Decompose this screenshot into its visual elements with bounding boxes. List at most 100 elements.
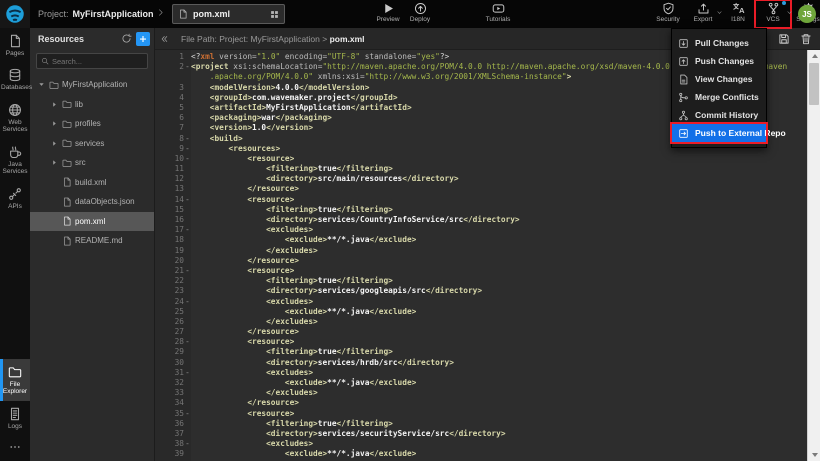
tree-item-readme-md[interactable]: README.md <box>30 231 154 251</box>
fold-marker[interactable]: - <box>184 368 191 378</box>
fold-placeholder <box>184 429 191 439</box>
fold-marker[interactable]: - <box>184 195 191 205</box>
fold-placeholder <box>184 246 191 256</box>
scrollbar-thumb[interactable] <box>809 63 819 105</box>
topbar-action-tutorials[interactable]: Tutorials <box>482 2 514 26</box>
sidebar-item-web-services[interactable]: Web Services <box>0 97 30 139</box>
topbar-action-security[interactable]: Security <box>652 2 684 26</box>
code-text: </resource> <box>191 398 299 408</box>
fold-marker[interactable]: - <box>184 297 191 307</box>
topbar-action-export[interactable]: Export <box>687 2 719 26</box>
code-line: 21- <resource> <box>155 266 807 276</box>
menu-item-label: Pull Changes <box>695 38 749 48</box>
line-number: 4 <box>155 93 184 103</box>
caret-down-icon[interactable] <box>38 81 46 88</box>
tree-item-build-xml[interactable]: build.xml <box>30 173 154 193</box>
user-avatar[interactable]: JS <box>798 5 816 23</box>
fold-marker[interactable]: - <box>184 439 191 449</box>
sidebar-item-logs[interactable]: Logs <box>0 401 30 435</box>
tree-item-lib[interactable]: lib <box>30 95 154 115</box>
tree-item-src[interactable]: src <box>30 153 154 173</box>
fold-marker[interactable]: - <box>184 144 191 154</box>
pushc-icon <box>678 56 689 67</box>
fold-placeholder <box>184 235 191 245</box>
tree-item-services[interactable]: services <box>30 134 154 154</box>
code-line: 20 </resource> <box>155 256 807 266</box>
code-line: 24- <excludes> <box>155 297 807 307</box>
fold-marker[interactable]: - <box>184 154 191 164</box>
menu-item-push-to-external-repo[interactable]: Push to External Repo <box>672 124 766 142</box>
save-icon[interactable] <box>778 33 790 45</box>
caret-right-icon[interactable] <box>51 120 59 127</box>
sidebar-item-label: Pages <box>1 50 29 57</box>
delete-icon[interactable] <box>800 33 812 45</box>
scroll-down-button[interactable] <box>808 449 820 461</box>
line-number: 19 <box>155 246 184 256</box>
code-text: </excludes> <box>191 388 318 398</box>
menu-item-commit-history[interactable]: Commit History <box>672 106 766 124</box>
code-text: <filtering>true</filtering> <box>191 347 393 357</box>
fold-marker[interactable]: - <box>184 225 191 235</box>
menu-item-push-changes[interactable]: Push Changes <box>672 52 766 70</box>
topbar-action-preview[interactable]: Preview <box>372 2 404 26</box>
fold-marker[interactable]: - <box>184 409 191 419</box>
code-line: 30 <directory>services/hrdb/src</directo… <box>155 358 807 368</box>
file-icon <box>62 216 72 226</box>
sidebar-item-pages[interactable]: Pages <box>0 28 30 62</box>
topbar-action-deploy[interactable]: Deploy <box>404 2 436 26</box>
line-number: 5 <box>155 103 184 113</box>
line-number: 9 <box>155 144 184 154</box>
sidebar-item-file-explorer[interactable]: File Explorer <box>0 359 30 401</box>
more-options-button[interactable] <box>0 435 30 461</box>
sidebar-item-apis[interactable]: APIs <box>0 181 30 215</box>
tree-item-myfirstapplication[interactable]: MyFirstApplication <box>30 75 154 95</box>
refresh-icon[interactable] <box>121 33 132 44</box>
code-text: <?xml version="1.0" encoding="UTF-8" sta… <box>191 52 449 62</box>
topbar-action-i18n[interactable]: AI18N <box>722 2 754 26</box>
caret-right-icon[interactable] <box>51 140 59 147</box>
topbar-action-vcs[interactable]: VCS <box>757 2 789 26</box>
tree-item-label: dataObjects.json <box>75 197 135 206</box>
fold-marker[interactable]: - <box>184 62 191 72</box>
code-text: <directory>services/CountryInfoService/s… <box>191 215 520 225</box>
line-number: 15 <box>155 205 184 215</box>
fold-marker[interactable]: - <box>184 337 191 347</box>
sidebar-item-databases[interactable]: Databases <box>0 62 30 96</box>
tree-item-profiles[interactable]: profiles <box>30 114 154 134</box>
caret-right-icon[interactable] <box>51 159 59 166</box>
tab-pom-xml[interactable]: pom.xml <box>172 4 285 24</box>
code-line: 17- <excludes> <box>155 225 807 235</box>
sidebar-item-java-services[interactable]: Java Services <box>0 139 30 181</box>
code-text: <exclude>**/*.java</exclude> <box>191 378 416 388</box>
line-number: 24 <box>155 297 184 307</box>
app-logo[interactable] <box>0 0 30 28</box>
line-number: 7 <box>155 123 184 133</box>
sidebar-item-label: File Explorer <box>1 381 29 396</box>
editor-scrollbar[interactable] <box>807 50 820 461</box>
fold-marker[interactable]: - <box>184 266 191 276</box>
menu-item-view-changes[interactable]: View Changes <box>672 70 766 88</box>
tree-item-label: README.md <box>75 236 123 245</box>
search-input[interactable] <box>52 57 143 66</box>
collapse-panel-button[interactable] <box>155 34 173 44</box>
code-text: <packaging>war</packaging> <box>191 113 332 123</box>
scroll-up-button[interactable] <box>808 50 820 62</box>
sidebar-item-label: Java Services <box>1 161 29 176</box>
code-line: 13 </resource> <box>155 184 807 194</box>
caret-right-icon[interactable] <box>51 101 59 108</box>
code-text: <version>1.0</version> <box>191 123 313 133</box>
code-line: 33 </excludes> <box>155 388 807 398</box>
tree-item-dataobjects-json[interactable]: dataObjects.json <box>30 192 154 212</box>
tree-item-pom-xml[interactable]: pom.xml <box>30 212 154 232</box>
add-resource-button[interactable] <box>136 32 150 46</box>
menu-item-pull-changes[interactable]: Pull Changes <box>672 34 766 52</box>
action-label: Preview <box>376 16 399 23</box>
grid-icon[interactable] <box>270 10 279 19</box>
apis-icon <box>8 187 22 201</box>
viewch-icon <box>678 74 689 85</box>
export-icon <box>697 2 710 15</box>
menu-item-merge-conflicts[interactable]: Merge Conflicts <box>672 88 766 106</box>
code-text: <artifactId>MyFirstApplication</artifact… <box>191 103 412 113</box>
code-line: 37 <directory>services/securityService/s… <box>155 429 807 439</box>
fold-marker[interactable]: - <box>184 134 191 144</box>
